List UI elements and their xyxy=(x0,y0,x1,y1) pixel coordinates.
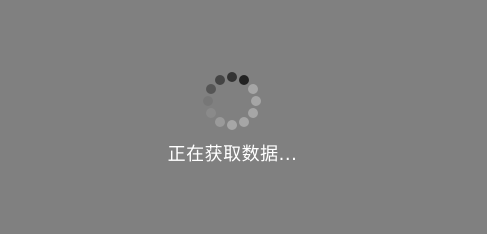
spinner-dot xyxy=(239,116,249,127)
spinner-dot xyxy=(227,72,237,82)
spinner-dot xyxy=(215,116,225,127)
loading-overlay: 正在获取数据... xyxy=(0,0,487,234)
spinner-dot xyxy=(247,84,258,94)
spinner-dot xyxy=(203,96,213,106)
spinner-dot xyxy=(239,75,249,86)
loading-message: 正在获取数据... xyxy=(167,144,298,165)
spinner-dot xyxy=(227,120,237,130)
spinner-dot xyxy=(215,75,225,86)
spinner-dot xyxy=(247,108,258,118)
spinner-icon xyxy=(200,69,264,133)
spinner-dot xyxy=(206,84,217,94)
spinner-dot xyxy=(206,108,217,118)
spinner-dot xyxy=(251,96,261,106)
